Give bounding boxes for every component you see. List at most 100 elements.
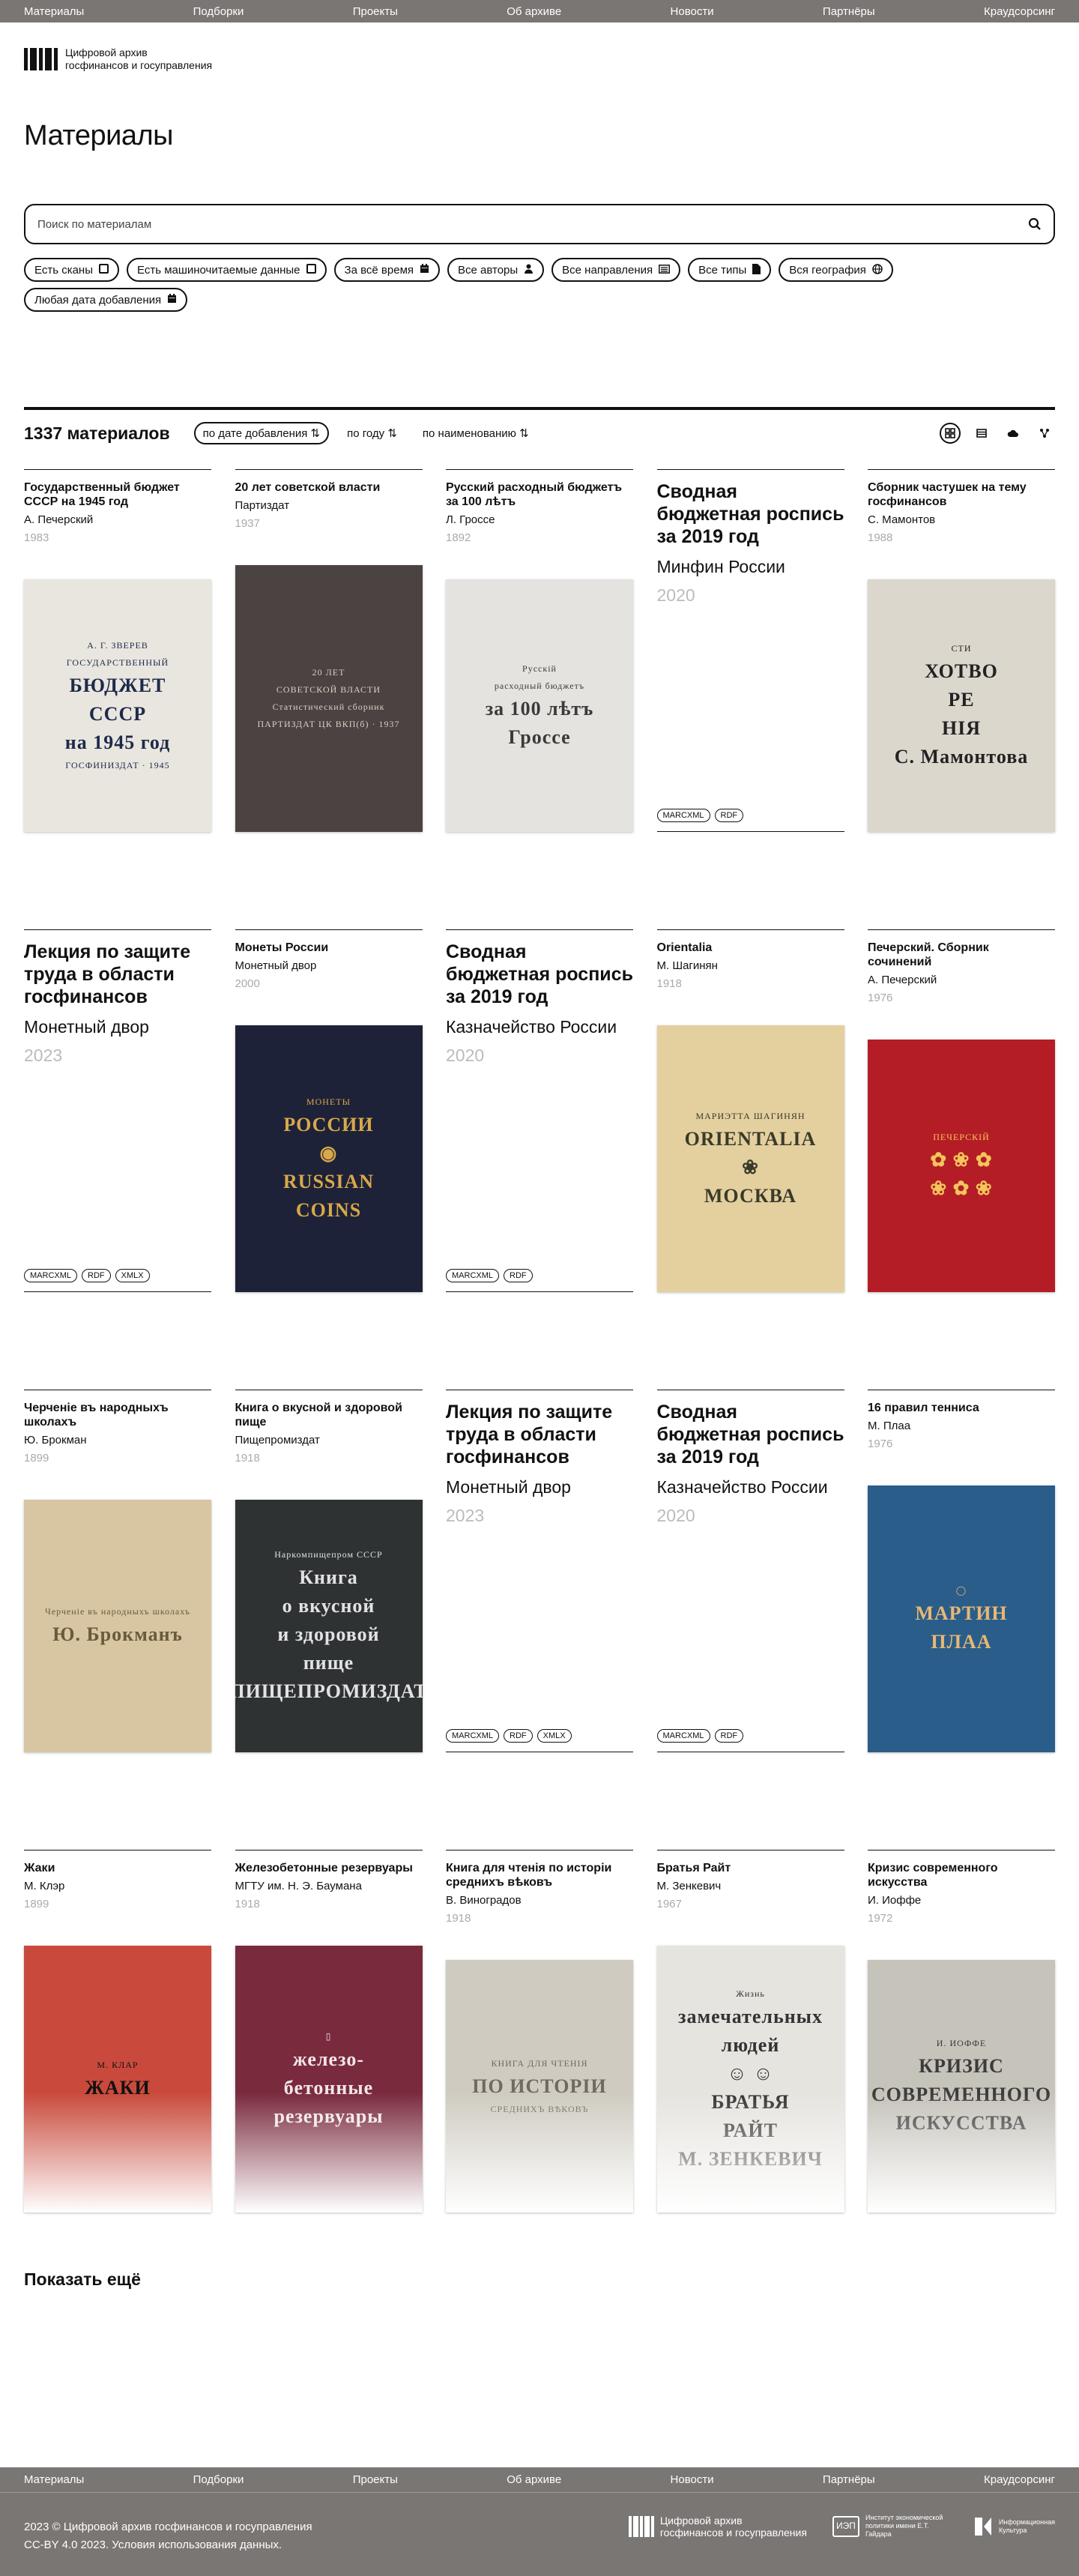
footer-nav-link-3[interactable]: Проекты: [353, 2473, 398, 2486]
card-title[interactable]: Железобетонные резервуары: [235, 1861, 423, 1875]
material-card[interactable]: Лекция по защите труда в области госфина…: [24, 929, 211, 1292]
footer-nav-link-5[interactable]: Новости: [671, 2473, 714, 2486]
card-title[interactable]: 16 правил тенниса: [868, 1401, 1055, 1415]
format-badge[interactable]: MARCXML: [656, 1729, 710, 1743]
card-title[interactable]: Orientalia: [657, 941, 844, 955]
nav-link-3[interactable]: Проекты: [353, 5, 398, 18]
material-card[interactable]: Кризис современного искусства И. Иоффе 197…: [868, 1850, 1055, 2212]
nav-link-7[interactable]: Краудсорсинг: [984, 5, 1055, 18]
sort-by-date-added[interactable]: по дате добавления ⇅: [193, 422, 330, 444]
card-title[interactable]: Жаки: [24, 1861, 211, 1875]
nav-link-1[interactable]: Материалы: [24, 5, 84, 18]
card-title[interactable]: Лекция по защите труда в области госфина…: [446, 1401, 633, 1468]
graph-view-icon[interactable]: [1034, 423, 1055, 444]
format-badge[interactable]: RDF: [82, 1269, 111, 1282]
card-title[interactable]: Печерский. Сборник сочинений: [868, 941, 1055, 969]
material-card[interactable]: Печерский. Сборник сочинений А. Печерский…: [868, 929, 1055, 1292]
material-card[interactable]: Монеты России Монетный двор 2000 МОНЕТЫ РОСС…: [235, 929, 423, 1292]
card-title[interactable]: Русский расходный бюджетъ за 100 лѣтъ: [446, 480, 633, 509]
brand-logo[interactable]: Цифровой архив госфинансов и госуправлен…: [24, 46, 212, 72]
footer-nav-link-6[interactable]: Партнёры: [823, 2473, 875, 2486]
book-cover-image[interactable]: ◯ МАРТИН ПЛАА: [868, 1485, 1055, 1752]
footer-archive-logo[interactable]: Цифровой архив госфинансов и госуправлен…: [628, 2515, 807, 2539]
cloud-view-icon[interactable]: [1003, 423, 1024, 444]
book-cover-image[interactable]: МАРИЭТТА ШАГИНЯН ORIENTALIA ❀ МОСКВА: [656, 1025, 844, 1292]
material-card[interactable]: Сборник частушек на тему госфинансов С. М…: [868, 469, 1055, 832]
show-more-button[interactable]: Показать ещё: [24, 2269, 141, 2290]
sort-by-name[interactable]: по наименованию ⇅: [415, 423, 537, 443]
material-card[interactable]: Черченіе въ народныхъ школахъ Ю. Брокман 1…: [24, 1390, 211, 1752]
book-cover-image[interactable]: СТИ ХОТВО РЕ НІЯ С. Мамонтова: [868, 579, 1055, 832]
book-cover-image[interactable]: Русскій расходный бюджетъ за 100 лѣтъ Гросс…: [446, 579, 633, 832]
material-card[interactable]: Книга для чтенія по исторіи среднихъ вѣк…: [446, 1850, 633, 2212]
search-box[interactable]: [24, 204, 1055, 244]
format-badge[interactable]: RDF: [714, 809, 744, 822]
card-title[interactable]: Книга о вкусной и здоровой пище: [235, 1401, 423, 1429]
card-title[interactable]: Братья Райт: [657, 1861, 844, 1875]
format-badge[interactable]: MARCXML: [656, 809, 710, 822]
license-link[interactable]: CC-BY 4.0 2023. Условия использования да…: [24, 2536, 312, 2554]
format-badge[interactable]: RDF: [714, 1729, 744, 1743]
material-card[interactable]: Железобетонные резервуары МГТУ им. Н. Э. …: [235, 1850, 423, 2212]
sort-by-year[interactable]: по году ⇅: [339, 423, 405, 443]
material-card[interactable]: Сводная бюджетная роспись за 2019 год Каз…: [446, 929, 633, 1292]
material-card[interactable]: Русский расходный бюджетъ за 100 лѣтъ Л. …: [446, 469, 633, 832]
book-cover-image[interactable]: Черченіе въ народныхъ школахъ Ю. Брокманъ: [24, 1500, 211, 1752]
card-title[interactable]: Государственный бюджет СССР на 1945 год: [24, 480, 211, 509]
card-title[interactable]: Черченіе въ народныхъ школахъ: [24, 1401, 211, 1429]
material-card[interactable]: Государственный бюджет СССР на 1945 год А…: [24, 469, 211, 832]
nav-link-5[interactable]: Новости: [671, 5, 714, 18]
format-badge[interactable]: RDF: [504, 1269, 533, 1282]
search-icon[interactable]: [1028, 217, 1042, 231]
book-cover-image[interactable]: Наркомпищепром СССР Книга о вкусной и здоро…: [235, 1500, 423, 1752]
card-title[interactable]: Сводная бюджетная роспись за 2019 год: [446, 941, 633, 1008]
card-title[interactable]: Сборник частушек на тему госфинансов: [868, 480, 1055, 509]
material-card[interactable]: Братья Райт М. Зенкевич 1967 Жизнь замечател…: [656, 1850, 844, 2212]
card-title[interactable]: Монеты России: [235, 941, 423, 955]
material-card[interactable]: Orientalia М. Шагинян 1918 МАРИЭТТА ШАГИНЯН…: [656, 929, 844, 1292]
footer-infoculture-logo[interactable]: Информационная Культура: [973, 2516, 1055, 2537]
footer-gaidar-logo[interactable]: ИЭП Институт экономической политики имен…: [832, 2514, 948, 2539]
table-view-icon[interactable]: [971, 423, 992, 444]
format-badge[interactable]: MARCXML: [24, 1269, 78, 1282]
nav-link-6[interactable]: Партнёры: [823, 5, 875, 18]
format-badge[interactable]: XMLX: [115, 1269, 150, 1282]
book-cover-image[interactable]: ПЕЧЕРСКІЙ ✿ ❀ ✿ ❀ ✿ ❀: [868, 1040, 1055, 1292]
material-card[interactable]: Книга о вкусной и здоровой пище Пищепроми…: [235, 1390, 423, 1752]
nav-link-2[interactable]: Подборки: [193, 5, 244, 18]
card-title[interactable]: Кризис современного искусства: [868, 1861, 1055, 1889]
filter-chip-3[interactable]: За всё время: [333, 258, 440, 282]
format-badge[interactable]: MARCXML: [446, 1729, 500, 1743]
card-title[interactable]: Лекция по защите труда в области госфина…: [24, 941, 211, 1008]
footer-nav-link-1[interactable]: Материалы: [24, 2473, 84, 2486]
material-card[interactable]: Жаки М. Клэр 1899 М. КЛАР ЖАКИ: [24, 1850, 211, 2212]
filter-chip-2[interactable]: Есть машиночитаемые данные: [127, 258, 327, 282]
card-title[interactable]: Сводная бюджетная роспись за 2019 год: [657, 1401, 844, 1468]
card-title[interactable]: Книга для чтенія по исторіи среднихъ вѣк…: [446, 1861, 633, 1889]
format-badge[interactable]: RDF: [504, 1729, 533, 1743]
format-badge[interactable]: XMLX: [537, 1729, 572, 1743]
material-card[interactable]: 20 лет советской власти Партиздат 1937 20 Л…: [235, 469, 423, 832]
filter-chip-8[interactable]: Любая дата добавления: [24, 288, 188, 312]
material-card[interactable]: Сводная бюджетная роспись за 2019 год Каз…: [656, 1390, 844, 1752]
card-title[interactable]: Сводная бюджетная роспись за 2019 год: [657, 480, 844, 548]
filter-chip-1[interactable]: Есть сканы: [24, 258, 119, 282]
format-badge[interactable]: MARCXML: [446, 1269, 500, 1282]
filter-chip-6[interactable]: Все типы: [688, 258, 772, 282]
nav-link-4[interactable]: Об архиве: [507, 5, 561, 18]
material-card[interactable]: Сводная бюджетная роспись за 2019 год Мин…: [656, 469, 844, 832]
grid-view-icon[interactable]: [940, 423, 961, 444]
card-title[interactable]: 20 лет советской власти: [235, 480, 423, 495]
book-cover-image[interactable]: 20 ЛЕТ СОВЕТСКОЙ ВЛАСТИ Статистический сбо…: [235, 565, 423, 832]
filter-chip-7[interactable]: Вся география: [779, 258, 893, 282]
book-cover-image[interactable]: А. Г. ЗВЕРЕВ ГОСУДАРСТВЕННЫЙ БЮДЖЕТ СССР на …: [24, 579, 211, 832]
material-card[interactable]: Лекция по защите труда в области госфина…: [446, 1390, 633, 1752]
footer-nav-link-2[interactable]: Подборки: [193, 2473, 244, 2486]
book-cover-image[interactable]: МОНЕТЫ РОССИИ ◉ RUSSIAN COINS: [235, 1025, 423, 1292]
filter-chip-5[interactable]: Все направления: [551, 258, 681, 282]
search-input[interactable]: [37, 217, 1028, 231]
footer-nav-link-7[interactable]: Краудсорсинг: [984, 2473, 1055, 2486]
footer-nav-link-4[interactable]: Об архиве: [507, 2473, 561, 2486]
material-card[interactable]: 16 правил тенниса М. Плаа 1976 ◯ МАРТИН ПЛАА: [868, 1390, 1055, 1752]
filter-chip-4[interactable]: Все авторы: [447, 258, 545, 282]
